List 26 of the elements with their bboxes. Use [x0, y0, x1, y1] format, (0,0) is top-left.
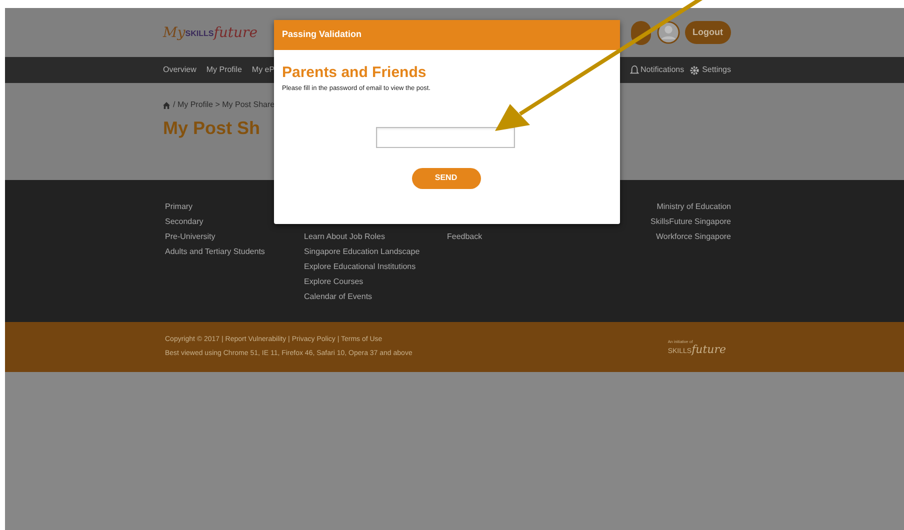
notifications-link[interactable]: Notifications	[640, 64, 684, 76]
footer-link[interactable]: Explore Educational Institutions	[304, 259, 447, 274]
footer-link[interactable]: Pre-University	[165, 229, 304, 244]
breadcrumb[interactable]: / My Profile > My Post Share	[173, 99, 275, 111]
avatar-icon[interactable]	[656, 21, 680, 44]
footer-link[interactable]: Singapore Education Landscape	[304, 244, 447, 259]
settings-link[interactable]: Settings	[702, 64, 731, 76]
bell-icon[interactable]	[630, 65, 639, 75]
footer-link[interactable]: Ministry of Education	[656, 199, 731, 214]
page-title: My Post Sh	[163, 119, 260, 137]
footer-link[interactable]: Feedback	[447, 229, 482, 244]
footer-link[interactable]: Learn About Job Roles	[304, 229, 447, 244]
nav-link[interactable]: My Profile	[206, 64, 242, 76]
footer-link[interactable]: SkillsFuture Singapore	[650, 214, 731, 229]
nav-link[interactable]: My eP	[252, 64, 275, 76]
settings-icon[interactable]	[690, 66, 700, 74]
logout-button[interactable]: Logout	[684, 21, 731, 44]
password-field[interactable]	[376, 126, 514, 148]
dialog-heading: Parents and Friends	[282, 65, 428, 80]
footer-link[interactable]: Explore Courses	[304, 274, 447, 289]
footer-link[interactable]: Workforce Singapore	[656, 229, 731, 244]
home-icon[interactable]	[163, 102, 170, 108]
footer-link[interactable]: Calendar of Events	[304, 289, 447, 304]
footer-link[interactable]: Adults and Tertiary Students	[165, 244, 304, 259]
nav-link[interactable]: Overview	[163, 64, 196, 76]
dialog-title: Passing Validation	[282, 28, 362, 42]
